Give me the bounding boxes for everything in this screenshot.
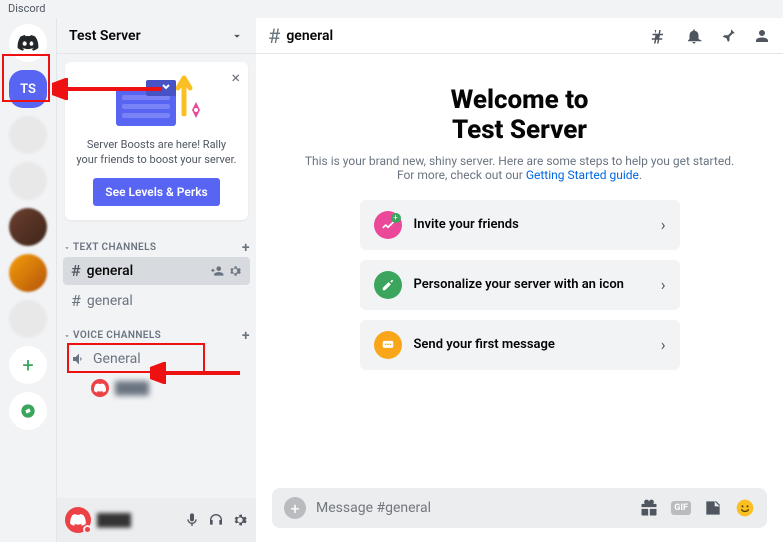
sticker-icon[interactable] bbox=[703, 498, 723, 518]
username: ████ bbox=[97, 513, 178, 527]
headphones-icon[interactable] bbox=[208, 512, 224, 528]
chevron-down-icon bbox=[230, 29, 244, 43]
discord-logo-icon bbox=[17, 35, 39, 51]
boost-card: × Server Boosts are here! Rally your fri… bbox=[65, 62, 248, 220]
add-server-button[interactable]: + bbox=[9, 346, 47, 384]
user-panel: ████ bbox=[57, 498, 256, 542]
explore-button[interactable] bbox=[9, 392, 47, 430]
compass-icon bbox=[20, 403, 36, 419]
channel-name: general bbox=[87, 293, 133, 309]
card-label: Invite your friends bbox=[414, 217, 519, 232]
channel-name: General bbox=[93, 351, 141, 367]
dm-home-button[interactable] bbox=[9, 24, 47, 62]
server-icon-test-server[interactable]: TS bbox=[9, 70, 47, 108]
section-label: VOICE CHANNELS bbox=[73, 330, 161, 341]
add-user-icon[interactable] bbox=[210, 264, 224, 278]
avatar[interactable] bbox=[65, 507, 91, 533]
voice-user[interactable]: ████ bbox=[63, 376, 250, 400]
channel-title: general bbox=[286, 28, 333, 44]
chevron-down-icon bbox=[63, 332, 71, 340]
channel-name: general bbox=[87, 263, 134, 279]
threads-icon[interactable] bbox=[651, 27, 669, 45]
text-channel-general[interactable]: # general bbox=[63, 257, 250, 285]
card-label: Send your first message bbox=[414, 337, 555, 352]
server-icon[interactable] bbox=[9, 300, 47, 338]
text-channel-general[interactable]: # general bbox=[63, 287, 250, 315]
avatar bbox=[91, 379, 109, 397]
titlebar: Discord bbox=[0, 0, 783, 18]
chevron-right-icon: › bbox=[661, 215, 666, 234]
voice-channels-header[interactable]: VOICE CHANNELS + bbox=[57, 328, 256, 344]
add-channel-button[interactable]: + bbox=[242, 328, 250, 344]
add-channel-button[interactable]: + bbox=[242, 240, 250, 256]
server-name: Test Server bbox=[69, 28, 141, 44]
getting-started-link[interactable]: Getting Started guide bbox=[526, 168, 639, 182]
section-label: TEXT CHANNELS bbox=[73, 242, 156, 253]
bell-icon[interactable] bbox=[685, 27, 703, 45]
welcome-title: Welcome to Test Server bbox=[451, 86, 589, 146]
card-personalize[interactable]: Personalize your server with an icon › bbox=[360, 260, 680, 310]
gear-icon[interactable] bbox=[232, 512, 248, 528]
hash-icon: # bbox=[71, 261, 81, 280]
channel-header: # general bbox=[256, 18, 783, 54]
card-label: Personalize your server with an icon bbox=[414, 277, 624, 292]
message-composer[interactable]: + Message #general GIF bbox=[272, 488, 767, 528]
gif-button[interactable]: GIF bbox=[671, 501, 691, 515]
chevron-right-icon: › bbox=[661, 275, 666, 294]
server-header[interactable]: Test Server bbox=[57, 18, 256, 54]
card-first-message[interactable]: Send your first message › bbox=[360, 320, 680, 370]
members-icon[interactable] bbox=[753, 27, 771, 45]
server-icon[interactable] bbox=[9, 208, 47, 246]
chevron-down-icon bbox=[63, 244, 71, 252]
message-icon bbox=[374, 331, 402, 359]
gift-icon[interactable] bbox=[639, 498, 659, 518]
hash-icon: # bbox=[268, 24, 280, 48]
server-icon[interactable] bbox=[9, 254, 47, 292]
hash-icon: # bbox=[71, 291, 81, 310]
server-icon[interactable] bbox=[9, 162, 47, 200]
server-icon[interactable] bbox=[9, 116, 47, 154]
invite-icon: + bbox=[374, 211, 402, 239]
boost-button[interactable]: See Levels & Perks bbox=[93, 178, 219, 206]
pin-icon[interactable] bbox=[719, 27, 737, 45]
main-area: # general Welcome to Test Server This is… bbox=[256, 18, 783, 542]
welcome-subtitle: This is your brand new, shiny server. He… bbox=[296, 154, 743, 182]
text-channels-header[interactable]: TEXT CHANNELS + bbox=[57, 240, 256, 256]
voice-channel-general[interactable]: General bbox=[63, 345, 250, 373]
emoji-icon[interactable] bbox=[735, 498, 755, 518]
personalize-icon bbox=[374, 271, 402, 299]
mic-icon[interactable] bbox=[184, 512, 200, 528]
message-input[interactable]: Message #general bbox=[316, 500, 629, 516]
speaker-icon bbox=[71, 351, 87, 367]
boost-text: Server Boosts are here! Rally your frien… bbox=[75, 138, 238, 168]
voice-username: ████ bbox=[115, 381, 149, 395]
server-rail: TS + bbox=[0, 18, 56, 542]
attach-button[interactable]: + bbox=[284, 497, 306, 519]
chevron-right-icon: › bbox=[661, 335, 666, 354]
channel-sidebar: Test Server × Server Bo bbox=[56, 18, 256, 542]
boost-illustration bbox=[75, 74, 238, 132]
gear-icon[interactable] bbox=[228, 264, 242, 278]
card-invite-friends[interactable]: + Invite your friends › bbox=[360, 200, 680, 250]
